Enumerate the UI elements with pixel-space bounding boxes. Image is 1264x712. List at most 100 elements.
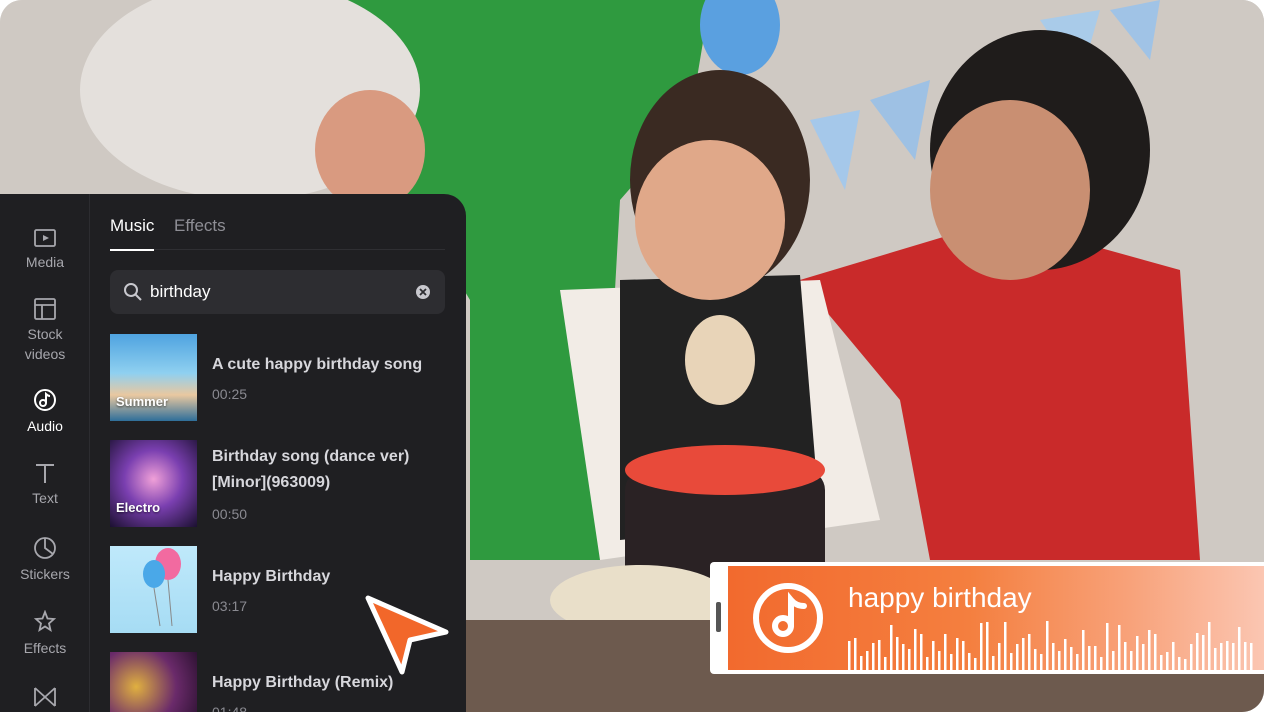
- waveform-bar: [1040, 654, 1043, 672]
- waveform-bar: [866, 651, 869, 672]
- sidebar: Media Stock videos Audio Text Stickers E…: [0, 194, 90, 712]
- audio-clip-title: happy birthday: [848, 582, 1032, 613]
- sidebar-item-label: Text: [32, 490, 58, 506]
- waveform-bar: [1094, 646, 1097, 672]
- tab-effects[interactable]: Effects: [174, 216, 226, 236]
- effects-icon: [33, 610, 57, 632]
- music-note-icon: [753, 583, 823, 653]
- sidebar-item-media[interactable]: Media: [0, 228, 90, 272]
- track-thumbnail: [110, 652, 197, 712]
- search-box: [110, 270, 445, 314]
- trim-handle[interactable]: [716, 602, 721, 632]
- waveform-bar: [1190, 644, 1193, 672]
- track-duration: 00:50: [212, 506, 248, 522]
- waveform-bar: [950, 654, 953, 672]
- waveform-bar: [1052, 643, 1055, 672]
- tab-bar: Music Effects: [110, 212, 445, 251]
- waveform-bar: [1022, 638, 1025, 672]
- waveform-bar: [848, 641, 851, 672]
- waveform-bar: [962, 641, 965, 672]
- waveform-bar: [884, 657, 887, 672]
- track-title: A cute happy birthday song: [212, 356, 423, 373]
- waveform-bar: [878, 640, 881, 672]
- waveform-bar: [1178, 657, 1181, 672]
- waveform-bar: [1208, 622, 1211, 672]
- waveform-bar: [1220, 643, 1223, 672]
- audio-icon: [34, 389, 56, 411]
- media-icon: [34, 229, 56, 247]
- waveform-bar: [914, 629, 917, 672]
- sidebar-item-effects[interactable]: Effects: [0, 610, 90, 658]
- sidebar-item-stock-videos[interactable]: Stock videos: [0, 298, 90, 364]
- waveform-bar: [1124, 642, 1127, 672]
- waveform-bar: [1058, 651, 1061, 672]
- sidebar-item-label: Stickers: [20, 566, 70, 582]
- waveform-bar: [1112, 651, 1115, 672]
- waveform-bar: [920, 634, 923, 672]
- thumbnail-label: Electro: [116, 500, 161, 515]
- waveform-bar: [1016, 644, 1019, 672]
- audio-clip-track: happy birthday: [728, 566, 1264, 672]
- thumbnail-label: Summer: [116, 394, 169, 409]
- sidebar-item-text[interactable]: Text: [0, 462, 90, 508]
- track-thumbnail: Electro: [110, 440, 197, 527]
- waveform-bar: [1064, 639, 1067, 672]
- waveform-bar: [1238, 627, 1241, 672]
- waveform-bar: [902, 644, 905, 672]
- stock-videos-icon: [34, 298, 56, 320]
- waveform-bar: [1028, 634, 1031, 672]
- track-item[interactable]: Summer A cute happy birthday song 00:25: [110, 334, 450, 422]
- waveform-bar: [1172, 642, 1175, 672]
- track-title: Happy Birthday: [212, 568, 331, 585]
- track-thumbnail: [110, 546, 197, 633]
- track-duration: 01:48: [212, 704, 248, 712]
- search-input[interactable]: [150, 270, 405, 314]
- waveform-bar: [1250, 643, 1253, 672]
- track-title: Birthday song (dance ver) [Minor](963009…: [212, 448, 410, 491]
- search-icon: [124, 283, 142, 301]
- sidebar-item-stickers[interactable]: Stickers: [0, 536, 90, 584]
- balloons-icon: [143, 548, 181, 627]
- text-icon: [36, 464, 54, 483]
- sidebar-item-label: Audio: [27, 418, 63, 434]
- waveform-bar: [1046, 621, 1049, 672]
- pointer-cursor-icon: [365, 595, 449, 675]
- audio-waveform: [848, 621, 1253, 672]
- waveform-bar: [998, 643, 1001, 672]
- waveform-bar: [890, 625, 893, 672]
- waveform-bar: [1100, 657, 1103, 672]
- waveform-bar: [938, 651, 941, 672]
- waveform-bar: [1196, 633, 1199, 672]
- waveform-bar: [1160, 655, 1163, 672]
- waveform-bar: [926, 657, 929, 672]
- transitions-icon: [34, 687, 56, 707]
- stickers-icon: [34, 537, 56, 559]
- waveform-bar: [980, 623, 983, 672]
- sidebar-item-label: Stock videos: [24, 326, 66, 362]
- waveform-bar: [1118, 625, 1121, 672]
- sidebar-item-transitions[interactable]: [0, 686, 90, 712]
- waveform-bar: [968, 653, 971, 672]
- waveform-bar: [986, 622, 989, 672]
- audio-clip-card[interactable]: happy birthday: [710, 562, 1264, 674]
- waveform-bar: [1244, 642, 1247, 672]
- track-item[interactable]: Electro Birthday song (dance ver) [Minor…: [110, 440, 450, 528]
- track-duration: 03:17: [212, 598, 248, 614]
- waveform-bar: [1106, 623, 1109, 672]
- tab-music[interactable]: Music: [110, 216, 155, 251]
- waveform-bar: [860, 656, 863, 672]
- waveform-bar: [1142, 644, 1145, 672]
- sidebar-item-audio[interactable]: Audio: [0, 388, 90, 436]
- waveform-bar: [1154, 634, 1157, 672]
- sidebar-item-label: Media: [25, 254, 65, 270]
- waveform-bar: [1034, 649, 1037, 672]
- waveform-bar: [872, 643, 875, 672]
- waveform-bar: [1202, 635, 1205, 672]
- sidebar-item-label: Effects: [23, 640, 67, 656]
- clear-search-icon[interactable]: [415, 284, 431, 300]
- waveform-bar: [1136, 636, 1139, 672]
- waveform-bar: [896, 637, 899, 672]
- waveform-bar: [854, 638, 857, 672]
- waveform-bar: [1010, 653, 1013, 672]
- waveform-bar: [992, 656, 995, 672]
